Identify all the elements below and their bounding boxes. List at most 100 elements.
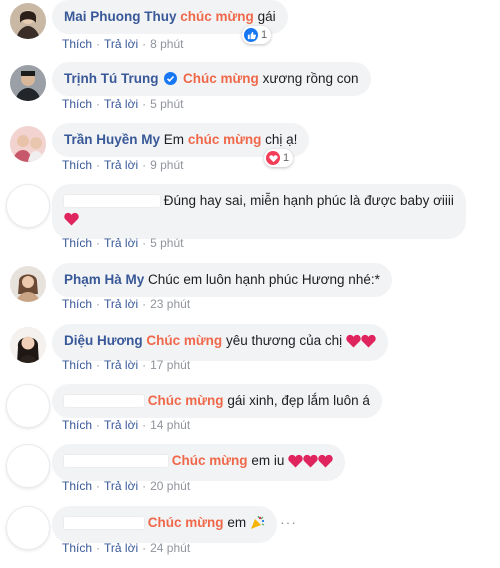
separator: · <box>142 479 147 493</box>
like-link[interactable]: Thích <box>62 418 92 432</box>
highlight-text: Chúc mừng <box>183 71 259 86</box>
reply-link[interactable]: Trả lời <box>104 479 138 493</box>
avatar[interactable] <box>6 384 50 428</box>
commenter-name[interactable]: Trịnh Tú Trung <box>64 71 159 86</box>
separator: · <box>96 97 101 111</box>
love-reaction-icon <box>266 151 280 165</box>
comment-actions: Thích · Trả lời · 23 phút <box>62 297 190 311</box>
highlight-text: chúc mừng <box>187 132 262 147</box>
timestamp[interactable]: 23 phút <box>150 297 190 311</box>
comment-actions: Thích · Trả lời · 5 phút <box>62 97 183 111</box>
avatar[interactable] <box>10 65 46 101</box>
red-heart-icon <box>361 334 376 353</box>
comment-bubble: Phạm Hà My Chúc em luôn hạnh phúc Hương … <box>52 263 392 297</box>
comment-text: gái <box>257 9 276 24</box>
comment-actions: Thích · Trả lời · 17 phút <box>62 358 190 372</box>
avatar[interactable] <box>10 126 46 162</box>
separator: · <box>142 418 147 432</box>
reply-link[interactable]: Trả lời <box>104 297 138 311</box>
red-heart-icon <box>318 454 333 473</box>
comment-bubble: Diệu Hương Chúc mừng yêu thương của chị <box>52 324 388 361</box>
comment-actions: Thích · Trả lời · 5 phút <box>62 236 183 250</box>
reply-link[interactable]: Trả lời <box>104 97 138 111</box>
comment-bubble: Chúc mừng em <box>52 506 277 543</box>
comment-actions: Thích · Trả lời · 14 phút <box>62 418 190 432</box>
commenter-name[interactable]: Trần Huyền My <box>64 132 160 147</box>
comment-text: xương rồng con <box>262 71 359 86</box>
more-options-icon[interactable]: ··· <box>280 514 297 530</box>
reply-link[interactable]: Trả lời <box>104 236 138 250</box>
timestamp[interactable]: 24 phút <box>150 541 190 555</box>
red-heart-icon <box>346 334 361 353</box>
timestamp[interactable]: 20 phút <box>150 479 190 493</box>
reply-link[interactable]: Trả lời <box>104 158 138 172</box>
red-heart-icon <box>64 212 79 231</box>
reply-link[interactable]: Trả lời <box>104 418 138 432</box>
reaction-summary[interactable]: 1 <box>242 26 272 44</box>
comment-bubble: Đúng hay sai, miễn hạnh phúc là được bab… <box>52 184 466 239</box>
separator: · <box>142 541 147 555</box>
like-link[interactable]: Thích <box>62 541 92 555</box>
separator: · <box>96 418 101 432</box>
avatar[interactable] <box>10 3 46 39</box>
comment-prefix: Em <box>163 132 185 147</box>
party-popper-icon <box>250 515 265 535</box>
like-link[interactable]: Thích <box>62 479 92 493</box>
reaction-summary[interactable]: 1 <box>264 149 294 167</box>
redacted-name <box>64 395 144 408</box>
comment-text: em <box>227 515 247 530</box>
avatar[interactable] <box>6 444 50 488</box>
comment-actions: Thích · Trả lời · 8 phút <box>62 37 183 51</box>
comment-text: gái xinh, đẹp lắm luôn á <box>227 393 370 408</box>
like-link[interactable]: Thích <box>62 158 92 172</box>
comment-bubble: Trịnh Tú Trung Chúc mừng xương rồng con <box>52 62 371 96</box>
redacted-name <box>64 195 160 208</box>
avatar[interactable] <box>10 327 46 363</box>
reply-link[interactable]: Trả lời <box>104 358 138 372</box>
like-reaction-icon <box>244 28 258 42</box>
comment-actions: Thích · Trả lời · 9 phút <box>62 158 183 172</box>
reaction-count: 1 <box>261 29 268 41</box>
timestamp[interactable]: 5 phút <box>150 236 183 250</box>
comment-text: yêu thương của chị <box>225 333 343 348</box>
red-heart-icon <box>288 454 303 473</box>
timestamp[interactable]: 17 phút <box>150 358 190 372</box>
highlight-text: Chúc mừng <box>147 515 224 530</box>
verified-badge-icon <box>164 72 178 85</box>
commenter-name[interactable]: Diệu Hương <box>64 333 143 348</box>
separator: · <box>142 358 147 372</box>
timestamp[interactable]: 5 phút <box>150 97 183 111</box>
like-link[interactable]: Thích <box>62 97 92 111</box>
separator: · <box>96 358 101 372</box>
highlight-text: Chúc mừng <box>171 453 248 468</box>
like-link[interactable]: Thích <box>62 358 92 372</box>
comment-text: Đúng hay sai, miễn hạnh phúc là được bab… <box>163 193 454 208</box>
timestamp[interactable]: 14 phút <box>150 418 190 432</box>
comment-text: Chúc em luôn hạnh phúc Hương nhé:* <box>148 272 380 287</box>
avatar[interactable] <box>6 506 50 550</box>
timestamp[interactable]: 8 phút <box>150 37 183 51</box>
avatar[interactable] <box>6 184 50 228</box>
separator: · <box>96 297 101 311</box>
reply-link[interactable]: Trả lời <box>104 541 138 555</box>
commenter-name[interactable]: Phạm Hà My <box>64 272 144 287</box>
separator: · <box>96 541 101 555</box>
like-link[interactable]: Thích <box>62 236 92 250</box>
comment-actions: Thích · Trả lời · 24 phút <box>62 541 190 555</box>
comment-text: em iu <box>251 453 285 468</box>
highlight-text: Chúc mừng <box>146 333 223 348</box>
redacted-name <box>64 455 168 468</box>
separator: · <box>96 479 101 493</box>
like-link[interactable]: Thích <box>62 37 92 51</box>
avatar[interactable] <box>10 266 46 302</box>
separator: · <box>96 37 101 51</box>
highlight-text: Chúc mừng <box>147 393 224 408</box>
like-link[interactable]: Thích <box>62 297 92 311</box>
comment-actions: Thích · Trả lời · 20 phút <box>62 479 190 493</box>
timestamp[interactable]: 9 phút <box>150 158 183 172</box>
reply-link[interactable]: Trả lời <box>104 37 138 51</box>
redacted-name <box>64 517 144 530</box>
red-heart-icon <box>303 454 318 473</box>
separator: · <box>142 97 147 111</box>
commenter-name[interactable]: Mai Phuong Thuy <box>64 9 177 24</box>
